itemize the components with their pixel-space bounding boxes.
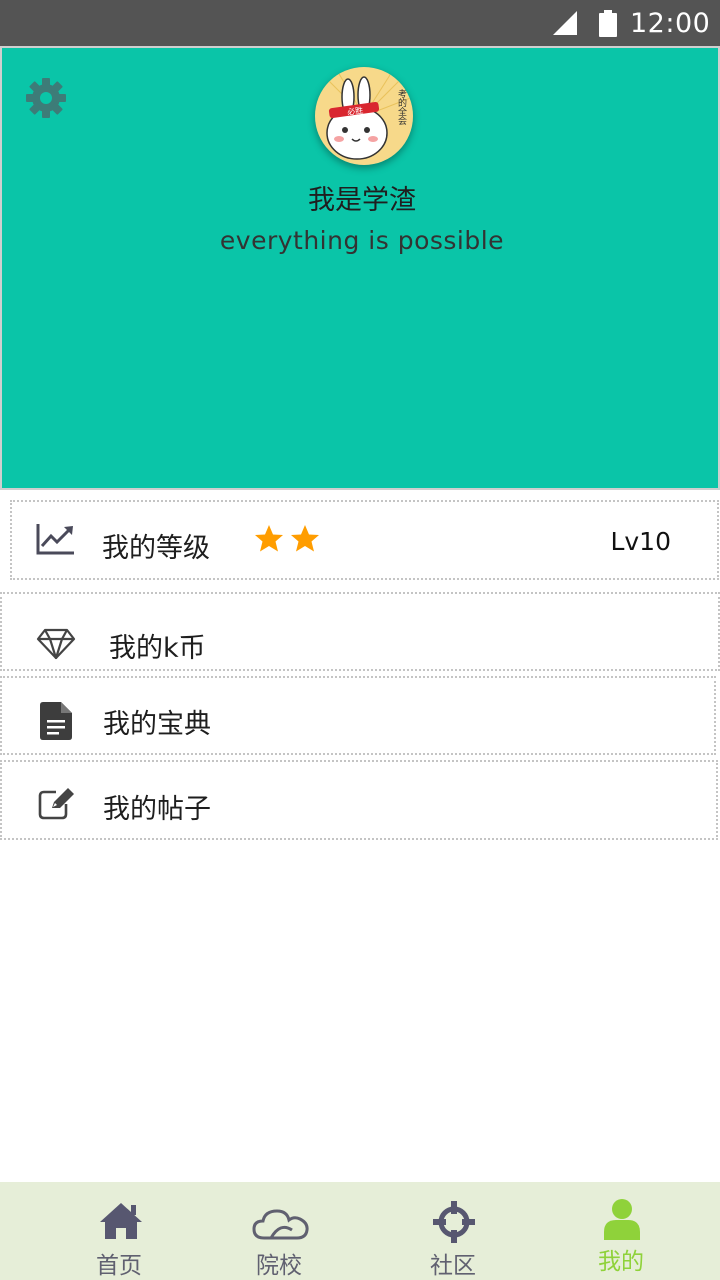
edit-icon — [38, 788, 74, 820]
document-icon — [40, 702, 72, 740]
avatar[interactable]: 必胜 考的全会 — [315, 67, 413, 165]
status-bar: 12:00 — [0, 0, 720, 46]
menu-item-level[interactable]: 我的等级 Lv10 — [10, 500, 719, 580]
star-2 — [291, 525, 319, 552]
menu-item-book[interactable]: 我的宝典 — [0, 676, 716, 755]
level-label: 我的等级 — [102, 533, 210, 564]
bottom-nav: 首页 院校 社区 我的 — [0, 1182, 720, 1280]
coin-label: 我的k币 — [109, 633, 206, 664]
menu-item-coin[interactable]: 我的k币 — [0, 592, 720, 671]
book-label: 我的宝典 — [103, 709, 211, 740]
motto: everything is possible — [219, 226, 505, 255]
diamond-icon — [36, 628, 76, 660]
trending-up-icon — [36, 524, 74, 555]
nav-label-community: 社区 — [430, 1253, 476, 1279]
level-value: Lv10 — [610, 527, 671, 556]
star-1 — [255, 525, 283, 552]
avatar-side-text: 考的全会 — [396, 89, 407, 126]
nav-item-school[interactable]: 院校 — [246, 1182, 316, 1280]
battery-icon — [599, 10, 617, 37]
avatar-image: 必胜 考的全会 — [315, 67, 413, 165]
star-icons — [255, 525, 319, 552]
home-icon — [100, 1203, 142, 1239]
gear-icon[interactable] — [24, 76, 68, 120]
nav-label-mine: 我的 — [598, 1249, 644, 1275]
signal-icon — [553, 11, 577, 35]
nav-item-mine[interactable]: 我的 — [592, 1182, 652, 1280]
menu-item-posts[interactable]: 我的帖子 — [0, 760, 718, 840]
status-time: 12:00 — [630, 8, 711, 39]
crosshair-icon — [433, 1201, 475, 1243]
profile-header: 必胜 考的全会 我是学渣 everything is possible — [0, 46, 720, 490]
level-stars — [254, 524, 324, 558]
nav-label-school: 院校 — [256, 1253, 302, 1279]
nav-item-home[interactable]: 首页 — [90, 1182, 150, 1280]
user-icon — [604, 1199, 640, 1240]
nickname: 我是学渣 — [308, 185, 416, 216]
nav-item-community[interactable]: 社区 — [424, 1182, 484, 1280]
cloud-icon — [252, 1209, 309, 1240]
posts-label: 我的帖子 — [103, 794, 211, 825]
nav-label-home: 首页 — [96, 1253, 142, 1279]
